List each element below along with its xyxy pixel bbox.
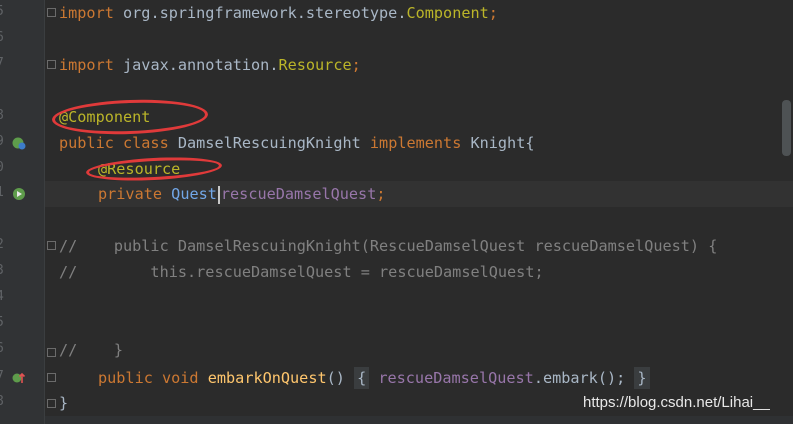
gutter-line: 1: [0, 181, 44, 207]
package-path: org.springframework.stereotype.: [113, 4, 407, 22]
gutter-line: 0: [0, 156, 44, 182]
vertical-scrollbar[interactable]: [782, 100, 791, 156]
class-name: Resource: [278, 56, 352, 74]
code-line[interactable]: public void embarkOnQuest() { rescueDams…: [98, 365, 650, 391]
interface-name: Knight{: [461, 134, 535, 152]
keyword: implements: [369, 134, 462, 152]
line-number: 2: [0, 237, 4, 252]
horizontal-scrollbar[interactable]: [45, 416, 793, 424]
line-number: 6: [0, 341, 4, 356]
text-cursor: [217, 185, 220, 204]
fold-marker-icon[interactable]: [47, 373, 56, 382]
field-name: rescueDamselQuest: [220, 185, 377, 203]
gutter-line: 8: [0, 390, 44, 416]
code-line[interactable]: }: [59, 390, 68, 416]
line-number: 7: [0, 369, 4, 384]
gutter-line: 5: [0, 311, 44, 337]
fold-marker-icon[interactable]: [47, 241, 56, 250]
fold-marker-icon[interactable]: [47, 348, 56, 357]
watermark: https://blog.csdn.net/Lihai__: [583, 394, 770, 411]
line-number: 5: [0, 315, 4, 330]
gutter-line: 4: [0, 285, 44, 311]
field-name: rescueDamselQuest: [369, 369, 534, 387]
gutter-line: 3: [0, 259, 44, 285]
line-number: 8: [0, 108, 4, 123]
class-name: Component: [406, 4, 489, 22]
type-name: Quest: [171, 185, 217, 203]
fold-marker-icon[interactable]: [47, 60, 56, 69]
method-call: .embark();: [533, 369, 626, 387]
code-line[interactable]: import javax.annotation.Resource;: [59, 52, 361, 78]
line-number: 5: [0, 4, 4, 19]
gutter-line: 7: [0, 52, 44, 78]
code-line-comment[interactable]: // this.rescueDamselQuest = rescueDamsel…: [59, 259, 544, 285]
gutter-line: 7: [0, 365, 44, 391]
gutter-line: 8: [0, 104, 44, 130]
fold-marker-icon[interactable]: [47, 8, 56, 17]
keyword: public void: [98, 369, 199, 387]
parameter-list: (): [326, 369, 355, 387]
method-name: embarkOnQuest: [207, 369, 327, 387]
semicolon: ;: [351, 56, 361, 74]
line-number: 6: [0, 30, 4, 45]
gutter-line: 6: [0, 337, 44, 363]
line-number: 8: [0, 394, 4, 409]
line-number: 7: [0, 56, 4, 71]
keyword: public class: [59, 134, 169, 152]
class-name: DamselRescuingKnight: [168, 134, 370, 152]
gutter-line: 9: [0, 130, 44, 156]
package-path: javax.annotation.: [113, 56, 279, 74]
autowired-icon[interactable]: [12, 187, 26, 201]
semicolon: ;: [376, 185, 386, 203]
line-number: 0: [0, 160, 4, 175]
keyword: import: [59, 4, 114, 22]
gutter-line: 5: [0, 0, 44, 26]
code-editor[interactable]: import org.springframework.stereotype.Co…: [45, 0, 793, 424]
keyword: import: [59, 56, 114, 74]
code-line[interactable]: import org.springframework.stereotype.Co…: [59, 0, 498, 26]
gutter-line: 6: [0, 26, 44, 52]
semicolon: ;: [488, 4, 498, 22]
line-number: 4: [0, 289, 4, 304]
folded-brace[interactable]: }: [634, 367, 650, 389]
code-line-comment[interactable]: // }: [59, 337, 123, 363]
code-line[interactable]: private Quest rescueDamselQuest;: [98, 181, 386, 207]
keyword: private: [98, 185, 163, 203]
spring-bean-icon[interactable]: [12, 136, 26, 150]
fold-marker-icon[interactable]: [47, 399, 56, 408]
folded-brace[interactable]: {: [354, 367, 370, 389]
gutter-line: 2: [0, 233, 44, 259]
line-number: 1: [0, 185, 4, 200]
line-number: 9: [0, 134, 4, 149]
override-icon[interactable]: [12, 371, 26, 385]
code-line-comment[interactable]: // public DamselRescuingKnight(RescueDam…: [59, 233, 717, 259]
line-number: 3: [0, 263, 4, 278]
